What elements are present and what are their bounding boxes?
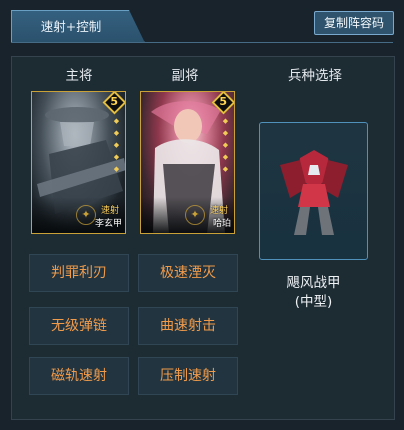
main-general-name: 李玄甲 bbox=[94, 219, 122, 229]
skill-button[interactable]: 磁轨速射 bbox=[29, 357, 129, 395]
rank-diamonds: ◆ ◆ ◆ ◆ ◆ bbox=[222, 117, 229, 173]
troop-name-line-2: (中型) bbox=[294, 294, 333, 310]
crest-emblem-icon: ✦ bbox=[185, 205, 205, 225]
star-count: 5 bbox=[219, 95, 227, 108]
main-general-type: 速射 bbox=[100, 206, 119, 216]
main-general-title: 主将 bbox=[65, 68, 93, 84]
main-general-card[interactable]: 5 ◆ ◆ ◆ ◆ ◆ ✦ 速射 李玄甲 bbox=[31, 91, 126, 234]
skill-button[interactable]: 曲速射击 bbox=[138, 307, 238, 345]
sub-general-title: 副将 bbox=[171, 68, 199, 84]
mech-armor-icon bbox=[280, 150, 348, 235]
skill-button[interactable]: 判罪利刃 bbox=[29, 254, 129, 292]
sub-general-type: 速射 bbox=[209, 206, 228, 216]
tab-divider bbox=[11, 42, 393, 43]
sub-general-name: 哈珀 bbox=[212, 219, 231, 229]
lineup-tab-label[interactable]: 速射+控制 bbox=[11, 10, 131, 43]
troop-selection-title: 兵种选择 bbox=[288, 68, 342, 84]
skill-button[interactable]: 无级弹链 bbox=[29, 307, 129, 345]
sub-general-card[interactable]: 5 ◆ ◆ ◆ ◆ ◆ ✦ 速射 哈珀 bbox=[140, 91, 235, 234]
troop-name-line-1: 飓风战甲 bbox=[286, 275, 341, 291]
troop-selection-card[interactable] bbox=[259, 122, 368, 260]
skill-button[interactable]: 极速湮灭 bbox=[138, 254, 238, 292]
rank-diamonds: ◆ ◆ ◆ ◆ ◆ bbox=[113, 117, 120, 173]
crest-emblem-icon: ✦ bbox=[76, 205, 96, 225]
troop-name: 飓风战甲 (中型) bbox=[259, 274, 368, 312]
star-count: 5 bbox=[110, 95, 118, 108]
skill-button[interactable]: 压制速射 bbox=[138, 357, 238, 395]
copy-lineup-code-button[interactable]: 复制阵容码 bbox=[314, 11, 394, 35]
